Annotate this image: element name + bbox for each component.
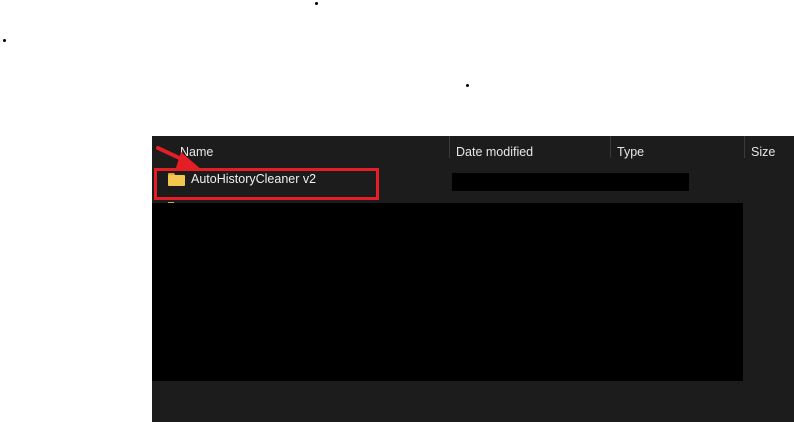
column-divider[interactable] [744,136,745,158]
column-header-size[interactable]: Size [751,145,775,159]
column-header-name[interactable]: Name [180,145,213,159]
column-divider[interactable] [610,136,611,158]
redacted-file-list [152,203,743,381]
column-divider[interactable] [449,136,450,158]
folder-name: AutoHistoryCleaner v2 [191,172,317,186]
column-header-type[interactable]: Type [617,145,644,159]
redacted-date-value [452,173,689,191]
list-item-folder[interactable]: AutoHistoryCleaner v2 [168,172,316,186]
stray-dot [315,2,318,5]
column-header-date-modified[interactable]: Date modified [456,145,533,159]
folder-icon [168,172,185,186]
file-explorer-pane: Name Date modified Type Size AutoHistory… [152,136,794,422]
stray-dot [3,39,6,42]
stray-dot [466,84,469,87]
